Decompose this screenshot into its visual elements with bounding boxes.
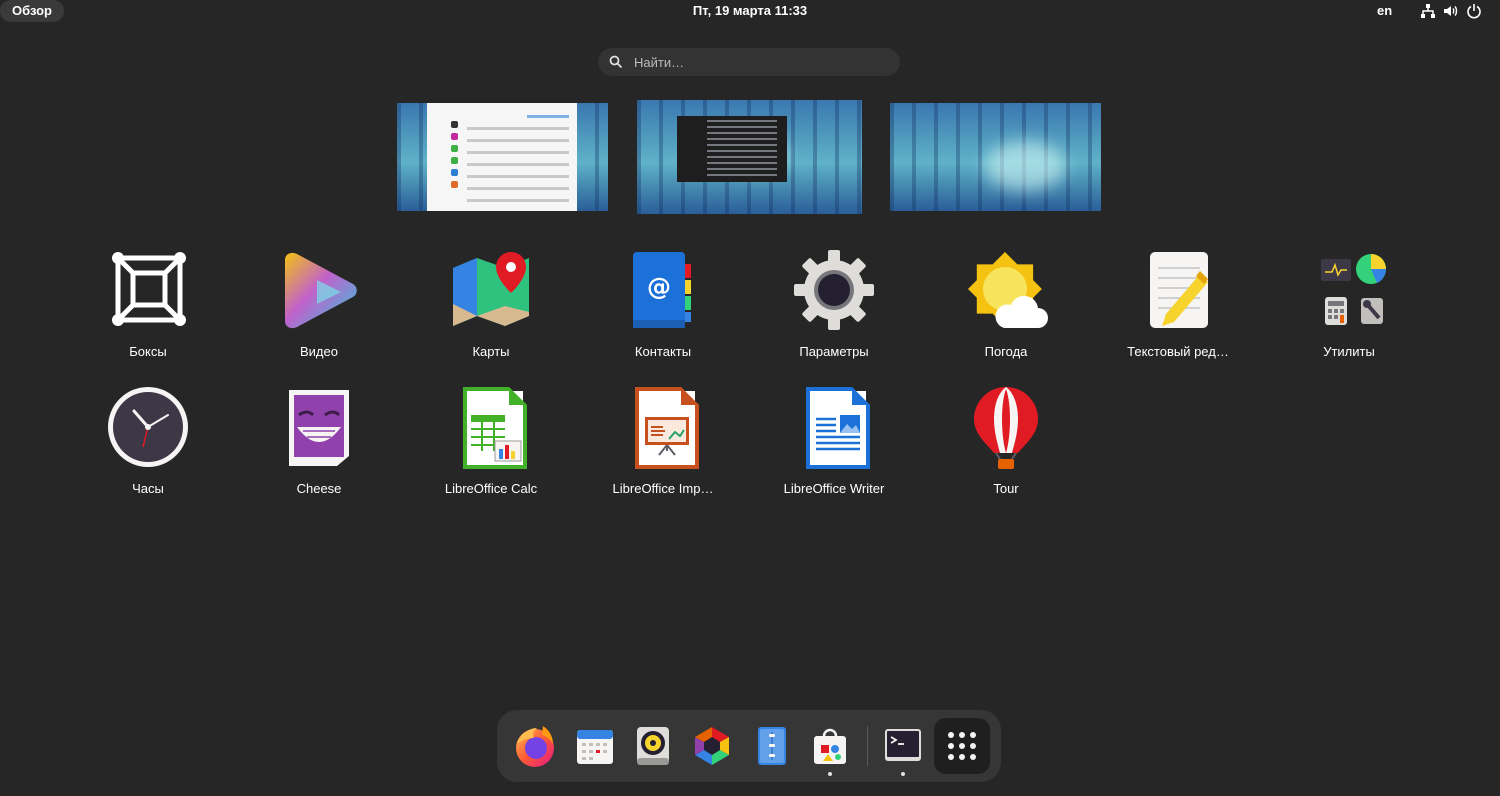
- app-label: Контакты: [634, 344, 692, 359]
- app-label: Боксы: [129, 344, 167, 359]
- dash-item-firefox[interactable]: [513, 724, 557, 768]
- app-clocks[interactable]: Часы: [83, 387, 213, 496]
- dash-item-photos[interactable]: [690, 724, 734, 768]
- volume-icon: [1443, 3, 1459, 19]
- contacts-icon: @: [621, 250, 705, 334]
- app-libreoffice-impress[interactable]: LibreOffice Imp…: [598, 387, 728, 496]
- workspace-thumbnail-3[interactable]: [890, 103, 1101, 211]
- dash: [497, 710, 1001, 782]
- app-label: Cheese: [296, 481, 342, 496]
- libreoffice-impress-icon: [621, 387, 705, 471]
- app-label: Утилиты: [1323, 344, 1375, 359]
- files-icon: [758, 727, 786, 765]
- videos-icon: [277, 250, 361, 334]
- calendar-icon: [577, 730, 613, 764]
- top-bar: Обзор Пт, 19 марта 11:33 en: [0, 0, 1500, 23]
- app-weather[interactable]: Погода: [941, 250, 1071, 359]
- svg-text:@: @: [647, 273, 671, 301]
- app-folder-utilities[interactable]: Утилиты: [1284, 250, 1414, 359]
- dash-separator: [867, 726, 868, 766]
- show-apps-icon: [948, 732, 976, 760]
- app-label: LibreOffice Imp…: [612, 481, 714, 496]
- app-libreoffice-writer[interactable]: LibreOffice Writer: [769, 387, 899, 496]
- keyboard-layout-indicator[interactable]: en: [1377, 3, 1392, 18]
- app-label: Погода: [984, 344, 1028, 359]
- maps-icon: [449, 250, 533, 334]
- app-label: LibreOffice Calc: [444, 481, 538, 496]
- cheese-icon: [277, 387, 361, 471]
- dash-item-files[interactable]: [750, 724, 794, 768]
- photos-icon: [695, 727, 729, 765]
- libreoffice-writer-icon: [792, 387, 876, 471]
- system-menu[interactable]: [1420, 3, 1482, 19]
- settings-icon: [792, 250, 876, 334]
- software-icon: [814, 728, 846, 764]
- app-label: Tour: [993, 481, 1019, 496]
- rhythmbox-icon: [637, 727, 669, 765]
- libreoffice-calc-icon: [449, 387, 533, 471]
- search-input[interactable]: [634, 48, 884, 76]
- app-label: Часы: [132, 481, 164, 496]
- app-cheese[interactable]: Cheese: [254, 387, 384, 496]
- app-settings[interactable]: Параметры: [769, 250, 899, 359]
- app-label: Карты: [472, 344, 510, 359]
- app-label: LibreOffice Writer: [783, 481, 885, 496]
- window-thumbnail[interactable]: [677, 116, 787, 182]
- firefox-icon: [516, 726, 554, 767]
- app-boxes[interactable]: Боксы: [83, 250, 213, 359]
- app-tour[interactable]: Tour: [941, 387, 1071, 496]
- clock[interactable]: Пт, 19 марта 11:33: [0, 3, 1500, 18]
- workspace-thumbnail-1[interactable]: [397, 103, 608, 211]
- boxes-icon: [106, 250, 190, 334]
- window-thumbnail[interactable]: [427, 103, 577, 211]
- dash-item-calendar[interactable]: [573, 724, 617, 768]
- text-editor-icon: [1136, 250, 1220, 334]
- running-indicator: [828, 772, 832, 776]
- search-entry[interactable]: [598, 48, 900, 76]
- utilities-folder-icon: [1307, 250, 1391, 334]
- app-text-editor[interactable]: Текстовый ред…: [1113, 250, 1243, 359]
- network-icon: [1420, 3, 1436, 19]
- app-videos[interactable]: Видео: [254, 250, 384, 359]
- dash-item-rhythmbox[interactable]: [631, 724, 675, 768]
- app-contacts[interactable]: @ Контакты: [598, 250, 728, 359]
- app-label: Параметры: [799, 344, 869, 359]
- show-apps-button[interactable]: [934, 718, 990, 774]
- dash-item-terminal[interactable]: [881, 724, 925, 768]
- clocks-icon: [106, 387, 190, 471]
- app-label: Текстовый ред…: [1127, 344, 1229, 359]
- app-libreoffice-calc[interactable]: LibreOffice Calc: [426, 387, 556, 496]
- app-maps[interactable]: Карты: [426, 250, 556, 359]
- search-icon: [609, 55, 623, 69]
- running-indicator: [901, 772, 905, 776]
- dash-item-software[interactable]: [808, 724, 852, 768]
- power-icon: [1466, 3, 1482, 19]
- app-label: Видео: [300, 344, 338, 359]
- weather-icon: [964, 250, 1048, 334]
- workspace-thumbnail-2[interactable]: [637, 100, 862, 214]
- tour-icon: [964, 387, 1048, 471]
- terminal-icon: [885, 729, 921, 761]
